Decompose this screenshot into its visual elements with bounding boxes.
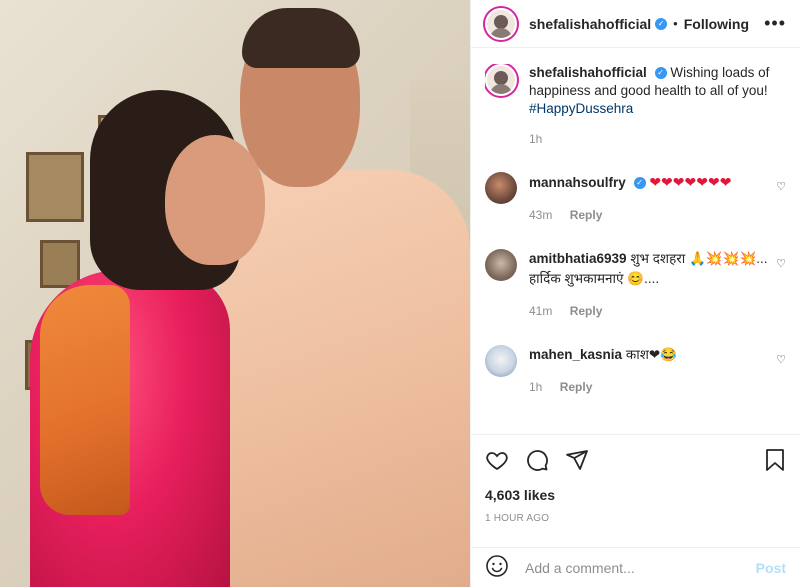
post-timestamp: 1 HOUR AGO	[485, 513, 550, 524]
add-comment-bar: Add a comment... Post	[471, 547, 800, 587]
reply-button[interactable]: Reply	[560, 380, 593, 394]
comment-body: amitbhatia6939 शुभ दशहरा 🙏💥💥💥... हार्दिक…	[529, 249, 769, 321]
likes-count[interactable]: 4,603 likes	[485, 487, 786, 503]
comment-body: mahen_kasnia काश❤😂 1h Reply	[529, 345, 769, 397]
author-avatar[interactable]	[485, 7, 517, 40]
photo-wall-frame	[26, 152, 84, 222]
like-heart-icon[interactable]	[485, 448, 509, 472]
like-comment-heart-icon[interactable]: ♡	[776, 353, 786, 366]
caption-username[interactable]: shefalishahofficial	[529, 65, 647, 80]
comment-meta: 41m Reply	[529, 301, 769, 321]
commenter-avatar[interactable]	[485, 345, 517, 377]
comment-meta: 1h Reply	[529, 377, 769, 397]
comments-list[interactable]: shefalishahofficial ✓ Wishing loads of h…	[485, 64, 786, 434]
caption-meta: 1h	[529, 130, 784, 148]
comment-text: काश❤😂	[625, 347, 677, 362]
commenter-avatar[interactable]	[485, 172, 517, 204]
commenter-username[interactable]: amitbhatia6939	[529, 251, 627, 266]
post-comment-button[interactable]: Post	[756, 560, 786, 576]
post-side-panel: shefalishahofficial ✓ • Following ••• sh…	[470, 0, 800, 587]
comment-time: 41m	[529, 304, 553, 318]
add-comment-input[interactable]: Add a comment...	[525, 560, 756, 576]
verified-badge-icon: ✓	[655, 17, 668, 30]
post-header: shefalishahofficial ✓ • Following •••	[471, 0, 800, 48]
reply-button[interactable]: Reply	[570, 304, 603, 318]
reply-button[interactable]: Reply	[570, 208, 603, 222]
comment-text: ❤❤❤❤❤❤❤	[649, 174, 732, 190]
post-actions: 4,603 likes 1 HOUR AGO	[471, 434, 800, 524]
post-caption: shefalishahofficial ✓ Wishing loads of h…	[485, 64, 786, 148]
share-paper-plane-icon[interactable]	[565, 448, 589, 472]
commenter-username[interactable]: mahen_kasnia	[529, 347, 622, 362]
like-comment-heart-icon[interactable]: ♡	[776, 180, 786, 193]
caption-author-avatar[interactable]	[485, 64, 517, 96]
comment-item: mahen_kasnia काश❤😂 1h Reply ♡	[485, 345, 786, 397]
caption-time: 1h	[529, 132, 543, 146]
emoji-smiley-icon[interactable]	[485, 554, 509, 581]
comment-body: mannahsoulfry ✓ ❤❤❤❤❤❤❤ 43m Reply	[529, 172, 769, 225]
commenter-username[interactable]: mannahsoulfry	[529, 175, 626, 190]
caption-hashtag[interactable]: #HappyDussehra	[529, 101, 633, 116]
separator-dot: •	[673, 16, 678, 31]
comment-item: mannahsoulfry ✓ ❤❤❤❤❤❤❤ 43m Reply ♡	[485, 172, 786, 225]
like-comment-heart-icon[interactable]: ♡	[776, 257, 786, 270]
photo-woman-face	[165, 135, 265, 265]
instagram-post-view: shefalishahofficial ✓ • Following ••• sh…	[0, 0, 800, 587]
comment-meta: 43m Reply	[529, 205, 769, 225]
post-photo[interactable]	[0, 0, 470, 587]
following-button[interactable]: Following	[684, 16, 749, 32]
author-username[interactable]: shefalishahofficial	[529, 16, 651, 32]
photo-sari-border	[40, 285, 130, 515]
caption-body: shefalishahofficial ✓ Wishing loads of h…	[529, 64, 784, 148]
comment-bubble-icon[interactable]	[525, 448, 549, 472]
verified-badge-icon: ✓	[654, 67, 667, 80]
commenter-avatar[interactable]	[485, 249, 517, 281]
comment-time: 1h	[529, 380, 543, 394]
comment-time: 43m	[529, 208, 553, 222]
bookmark-icon[interactable]	[764, 448, 786, 472]
more-options-icon[interactable]: •••	[764, 13, 786, 34]
photo-wall-frame	[40, 240, 80, 288]
verified-badge-icon: ✓	[633, 177, 646, 190]
action-icons-row	[485, 435, 786, 485]
comment-item: amitbhatia6939 शुभ दशहरा 🙏💥💥💥... हार्दिक…	[485, 249, 786, 321]
photo-man-hair	[242, 8, 360, 68]
